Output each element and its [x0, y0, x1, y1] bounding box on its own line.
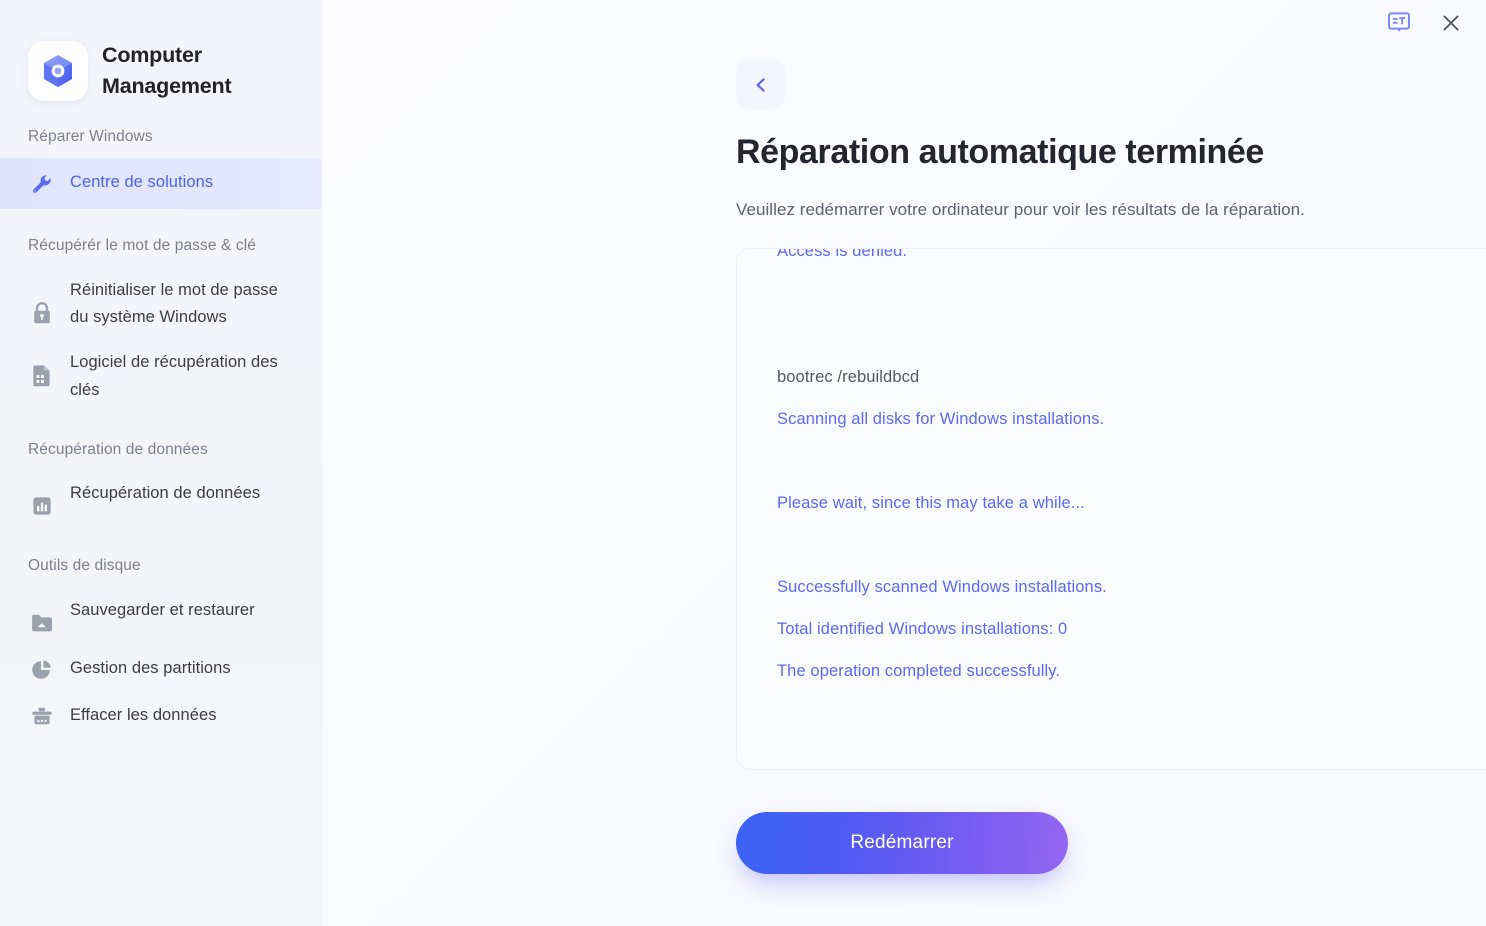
sidebar-item-label: Réinitialiser le mot de passe du système… — [70, 280, 278, 327]
sidebar-item-centre-de-solutions[interactable]: Centre de solutions — [0, 158, 322, 210]
log-line: Scanning all disks for Windows installat… — [777, 410, 1105, 429]
close-icon[interactable] — [1436, 8, 1466, 38]
sidebar-item-label: Effacer les données — [70, 705, 217, 724]
document-key-icon — [28, 361, 56, 389]
sidebar-group-label-reparer: Réparer Windows — [28, 128, 153, 145]
window-controls — [1384, 8, 1466, 38]
lock-icon — [28, 299, 56, 327]
wrench-icon — [28, 170, 56, 198]
log-line: Successfully scanned Windows installatio… — [777, 578, 1107, 597]
log-line: Total identified Windows installations: … — [777, 620, 1068, 639]
app-window: Computer Management Réparer Windows Cent… — [0, 0, 1486, 926]
feedback-bubble-icon[interactable] — [1384, 8, 1414, 38]
log-line-blank — [777, 441, 1486, 483]
chevron-left-icon — [756, 77, 765, 92]
log-line-blank — [777, 273, 1486, 315]
sidebar-item-sauvegarder-et-restaurer[interactable]: Sauvegarder et restaurer — [0, 588, 322, 646]
log-panel-wrapper: Access is denied. bootrec /rebuildbcd Scan… — [736, 248, 1486, 770]
sidebar-item-label: Récupération de données — [70, 484, 261, 503]
page-title: Réparation automatique terminée — [736, 133, 1264, 171]
log-line: Please wait, since this may take a while… — [777, 494, 1085, 513]
log-line: The operation completed successfully. — [777, 662, 1061, 681]
app-title-line2: Management — [102, 74, 232, 98]
page-subtitle: Veuillez redémarrer votre ordinateur pou… — [736, 200, 1305, 219]
sidebar-item-label: Sauvegarder et restaurer — [70, 600, 255, 619]
sidebar-item-gestion-des-partitions[interactable]: Gestion des partitions — [0, 646, 322, 693]
hex-cube-logo-icon — [28, 41, 88, 101]
app-brand: Computer Management — [0, 0, 322, 104]
log-line-blank — [777, 525, 1486, 567]
sidebar-item-effacer-les-donnees[interactable]: Effacer les données — [0, 693, 322, 740]
restart-button[interactable]: Redémarrer — [736, 812, 1068, 874]
log-line: Access is denied. — [777, 248, 908, 261]
log-output-panel[interactable]: Access is denied. bootrec /rebuildbcd Scan… — [736, 248, 1486, 770]
sidebar-item-label: Centre de solutions — [70, 173, 214, 192]
sidebar-item-label: Gestion des partitions — [70, 658, 231, 677]
folder-backup-icon — [28, 609, 56, 637]
main-content: Réparation automatique terminée Veuillez… — [322, 0, 1486, 926]
log-line: bootrec /rebuildbcd — [777, 368, 920, 387]
sidebar-item-reinitialiser-mot-de-passe[interactable]: Réinitialiser le mot de passe du système… — [0, 268, 322, 340]
log-line-blank — [777, 315, 1486, 357]
pie-chart-icon — [28, 656, 56, 684]
sidebar-group-label-recuperation-donnees: Récupération de données — [28, 440, 208, 458]
sidebar-item-recuperation-de-donnees[interactable]: Récupération de données — [0, 471, 322, 529]
sidebar: Computer Management Réparer Windows Cent… — [0, 0, 322, 926]
eraser-icon — [28, 703, 56, 731]
bar-chart-icon — [28, 492, 56, 520]
sidebar-item-label: Logiciel de récupération des clés — [70, 353, 278, 399]
sidebar-group-label-recuperer-mdp: Récupérér le mot de passe & clé — [28, 237, 256, 255]
log-line-list: Access is denied. bootrec /rebuildbcd Scan… — [737, 248, 1486, 693]
app-title-line1: Computer — [102, 42, 202, 67]
sidebar-group-label-outils-disque: Outils de disque — [28, 557, 141, 575]
app-title: Computer Management — [102, 40, 232, 102]
back-button[interactable] — [736, 60, 785, 109]
sidebar-item-logiciel-recuperation-cles[interactable]: Logiciel de récupération des clés — [0, 340, 322, 412]
